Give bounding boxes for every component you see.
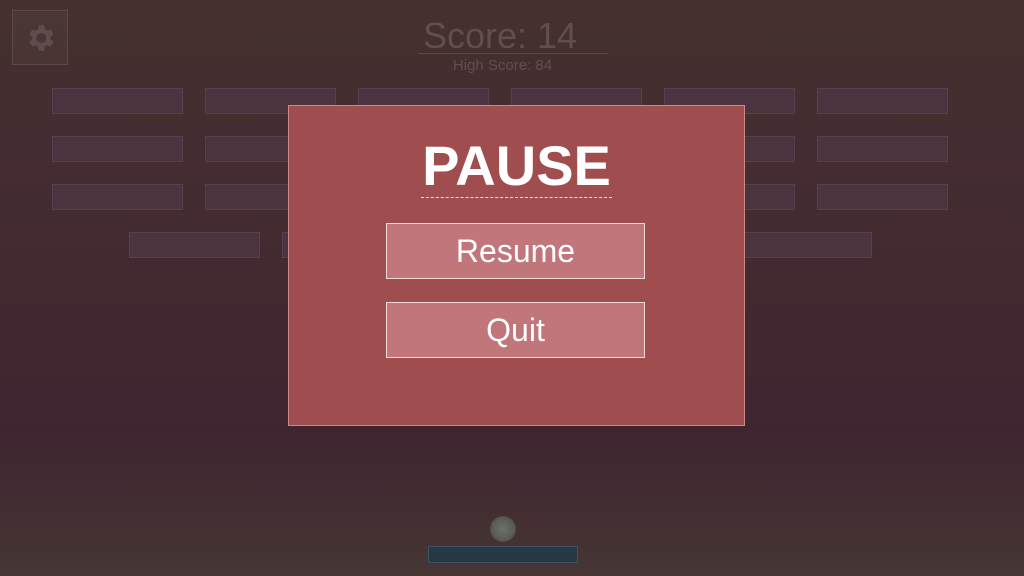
ball bbox=[490, 516, 516, 542]
paddle[interactable] bbox=[428, 546, 578, 563]
settings-button[interactable] bbox=[12, 10, 68, 65]
brick bbox=[52, 184, 183, 210]
brick bbox=[817, 88, 948, 114]
score-label: Score: 14 bbox=[422, 15, 578, 56]
brick bbox=[52, 88, 183, 114]
brick bbox=[741, 232, 872, 258]
gear-icon bbox=[29, 24, 54, 51]
high-score-label: High Score: 84 bbox=[452, 57, 553, 74]
brick bbox=[52, 136, 183, 162]
title-divider bbox=[421, 197, 612, 198]
brick bbox=[129, 232, 260, 258]
score-divider bbox=[418, 53, 608, 54]
pause-title: PAUSE bbox=[422, 134, 611, 197]
quit-button[interactable]: Quit bbox=[386, 302, 645, 358]
brick bbox=[817, 136, 948, 162]
pause-menu-panel: PAUSE Resume Quit bbox=[288, 105, 745, 426]
resume-button[interactable]: Resume bbox=[386, 223, 645, 279]
brick bbox=[817, 184, 948, 210]
